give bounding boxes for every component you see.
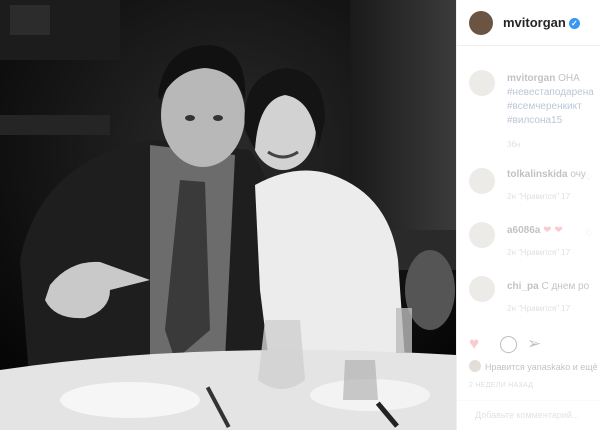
comment-username[interactable]: chi_pa — [507, 281, 539, 292]
share-icon[interactable]: ➢ — [527, 334, 541, 354]
comment-meta: 2н "Нравится" 17 — [507, 304, 571, 313]
comment-username[interactable]: a6086a — [507, 225, 540, 236]
comment-item: a6086a ❤ ❤ — [507, 224, 563, 237]
comment-text: С днем ро — [541, 281, 590, 292]
author-username[interactable]: mvitorgan ✓ — [503, 15, 580, 30]
comment-username[interactable]: tolkalinskida — [507, 169, 568, 180]
comment-meta: 2н "Нравится" 17 — [507, 192, 571, 201]
comment-item: chi_pa С днем ро — [507, 280, 589, 293]
hashtag-link[interactable]: #вилсона15 — [507, 114, 600, 128]
comment-text: ❤ ❤ — [543, 225, 563, 236]
post-photo[interactable] — [0, 0, 456, 430]
post-image — [0, 0, 456, 430]
caption-avatar[interactable] — [469, 70, 495, 96]
comment-avatar[interactable] — [469, 276, 495, 302]
hashtag-link[interactable]: #невестаподарена — [507, 86, 600, 100]
verified-badge-icon: ✓ — [568, 18, 580, 29]
post-header: mvitorgan ✓ — [457, 0, 600, 46]
caption: mvitorgan ОНА #невестаподарена #всемчере… — [507, 72, 600, 128]
comment-like-icon[interactable]: ♡ — [585, 228, 593, 239]
comment-like-icon[interactable]: ♡ — [585, 172, 593, 183]
add-comment-bar: Добавьте комментарий... — [457, 400, 600, 430]
add-comment-input[interactable]: Добавьте комментарий... — [475, 410, 579, 420]
caption-username[interactable]: mvitorgan — [507, 73, 555, 84]
caption-time: 36н — [507, 140, 521, 149]
comment-text: очу — [570, 169, 586, 180]
author-avatar[interactable] — [469, 11, 493, 35]
likes-summary[interactable]: Нравится yanaskako и ещё — [469, 360, 598, 372]
comment-meta: 2н "Нравится" 17 — [507, 248, 571, 257]
comment-item: tolkalinskida очу — [507, 168, 586, 181]
post-timestamp: 2 НЕДЕЛИ НАЗАД — [469, 382, 534, 389]
comment-avatar[interactable] — [469, 168, 495, 194]
heart-icon[interactable]: ♥ — [469, 334, 479, 354]
comment-avatar[interactable] — [469, 222, 495, 248]
post-sidebar: mvitorgan ✓ mvitorgan ОНА #невестаподарен… — [456, 0, 600, 430]
caption-line: ОНА — [558, 73, 580, 84]
liker-avatar — [469, 360, 481, 372]
comment-icon[interactable]: ◯ — [499, 334, 518, 354]
hashtag-link[interactable]: #всемчеренкикт — [507, 100, 600, 114]
